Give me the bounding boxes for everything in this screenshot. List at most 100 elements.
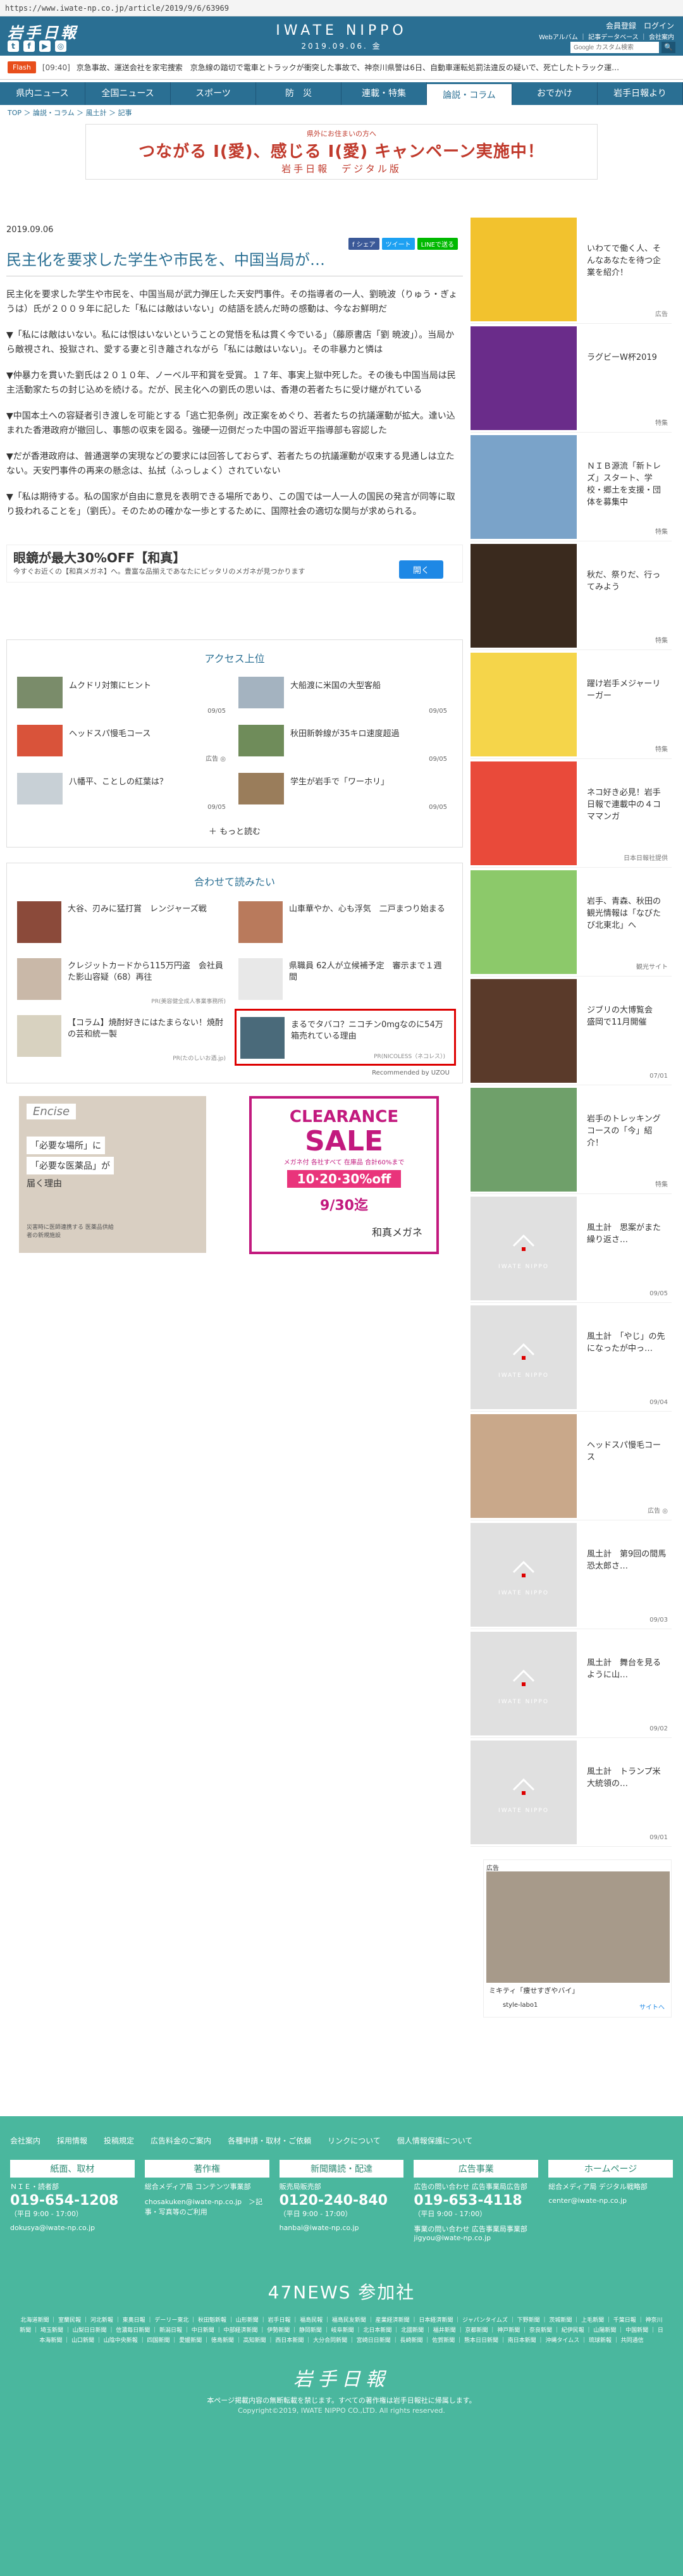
url-bar[interactable]: https://www.iwate-np.co.jp/article/2019/… [0, 0, 683, 16]
related-item[interactable]: 大谷、刃みに猛打賞 レンジャーズ戦 [13, 895, 235, 952]
encise-ad[interactable]: Encise 「必要な場所」に 「必要な医薬品」が 届く理由 災害時に医師連携す… [19, 1096, 206, 1253]
ad-logo: Encise [27, 1104, 77, 1119]
contact-mail[interactable]: dokusya@iwate-np.co.jp [10, 2224, 135, 2232]
facebook-share-button[interactable]: f シェア [348, 238, 379, 250]
login-links[interactable]: 会員登録 ログイン [606, 20, 674, 31]
contact-mail[interactable]: 事業の問い合わせ 広告事業局事業部 jigyou@iwate-np.co.jp [414, 2224, 538, 2242]
ranking-title: 八幡平、ことしの紅葉は？ [69, 777, 168, 787]
footer-link[interactable]: 会社案内 [10, 2135, 40, 2146]
site-footer: 会社案内 採用情報 投稿規定 広告料金のご案内 各種申請・取材・ご依頼 リンクに… [0, 2116, 683, 2576]
nav-item[interactable]: 岩手日報より [598, 82, 683, 105]
thumbnail [238, 677, 284, 708]
related-item[interactable]: 山車華やか、心も浮気 二戸まつり始まる [235, 895, 456, 952]
sidebar-item[interactable]: 秋だ、祭りだ、行ってみよう 特集 [471, 541, 672, 650]
search-input[interactable] [570, 42, 659, 53]
sidebar-item[interactable]: IWATE NIPPO 風土計 思案がまた繰り返さ… 09/05 [471, 1194, 672, 1303]
tweet-button[interactable]: ツイート [381, 238, 415, 250]
banner-foot: 岩手日報 デジタル版 [281, 163, 402, 175]
sidebar-item[interactable]: いわてで働く人、そんなあなたを待つ企業を紹介！ 広告 [471, 215, 672, 324]
header-links[interactable]: Webアルバム ｜ 記事データベース ｜ 会社案内 [539, 32, 674, 41]
footer-links: 会社案内 採用情報 投稿規定 広告料金のご案内 各種申請・取材・ご依頼 リンクに… [0, 2116, 683, 2146]
contact-mail[interactable]: center@iwate-np.co.jp [548, 2197, 673, 2205]
sidebar-ad[interactable]: 広告 ミキティ「痩せすぎやバイ」 style-labo1 サイトへ [483, 1859, 672, 2018]
contact-mail[interactable]: chosakuken@iwate-np.co.jp ＞記事・写真等のご利用 [145, 2197, 269, 2217]
contact-phone[interactable]: 019-654-1208 [10, 2193, 135, 2209]
thumbnail [471, 326, 577, 430]
thumbnail [17, 958, 61, 1000]
sidebar-meta: 広告 ◎ [648, 1508, 668, 1515]
sidebar-item[interactable]: ラグビーW杯2019 特集 [471, 324, 672, 433]
sidebar-item[interactable]: ＮＩＢ源流「新トレズ」スタート、学校・郷土を支援・団体を募集中 特集 [471, 433, 672, 541]
sidebar-item[interactable]: 岩手のトレッキングコースの「今」紹介！ 特集 [471, 1085, 672, 1194]
member-papers[interactable]: 北海道新聞 ｜ 室蘭民報 ｜ 河北新報 ｜ 東奥日報 ｜ デーリー東北 ｜ 秋田… [0, 2304, 683, 2346]
contact-mail[interactable]: hanbai@iwate-np.co.jp [280, 2224, 404, 2232]
related-item[interactable]: クレジットカードから115万円盗 会社員た影山容疑（68）再往 PR(美容健全成人… [13, 952, 235, 1009]
line-share-button[interactable]: LINEで送る [417, 238, 458, 250]
sidebar-item[interactable]: 岩手、青森、秋田の観光情報は「なびたび北東北」へ 観光サイト [471, 868, 672, 977]
sidebar-meta: 09/04 [649, 1399, 668, 1406]
ranking-item[interactable]: ムクドリ対策にヒント 09/05 [13, 672, 235, 720]
ad-link[interactable]: サイトへ [639, 2002, 665, 2011]
clearance-sale-ad[interactable]: CLEARANCE SALE メガネ付 各社すべて 在庫品 合計60%まで 10… [249, 1096, 439, 1254]
glasses-ad[interactable]: 眼鏡が最大30%OFF【和真】 今すぐお近くの【和真メガネ】へ。豊富な品揃えであ… [6, 545, 463, 582]
ranking-title: 秋田新幹線が35キロ速度超過 [290, 729, 400, 739]
sidebar-item[interactable]: ヘッドスパ慢毛コース 広告 ◎ [471, 1412, 672, 1520]
ranking-item[interactable]: ヘッドスパ慢毛コース 広告 ◎ [13, 720, 235, 768]
contact-heading: ホームページ [548, 2160, 673, 2178]
ad-label: 広告 [486, 1865, 499, 1872]
sidebar-item[interactable]: IWATE NIPPO 風土計 トランプ米大統領の… 09/01 [471, 1738, 672, 1847]
sidebar-meta: 観光サイト [636, 964, 668, 971]
thumbnail [471, 1088, 577, 1192]
contact-phone[interactable]: 0120-240-840 [280, 2193, 404, 2209]
footer-link[interactable]: 投稿規定 [104, 2135, 134, 2146]
footer-link[interactable]: 広告料金のご案内 [151, 2135, 211, 2146]
contact-phone[interactable]: 019-653-4118 [414, 2193, 538, 2209]
sidebar-item[interactable]: 躍け岩手メジャーリーガー 特集 [471, 650, 672, 759]
nav-item[interactable]: スポーツ [171, 82, 256, 105]
campaign-banner[interactable]: 県外にお住まいの方へ つながる I(愛)、感じる I(愛) キャンペーン実施中！… [85, 124, 598, 180]
ranking-item[interactable]: 八幡平、ことしの紅葉は？ 09/05 [13, 768, 235, 816]
sidebar-item[interactable]: IWATE NIPPO 風土計 第9回の間馬恐太郎さ… 09/03 [471, 1520, 672, 1629]
ranking-item[interactable]: 大船渡に米国の大型客船 09/05 [235, 672, 456, 720]
nav-item[interactable]: 防 災 [256, 82, 342, 105]
uzou-credit[interactable]: Recommended by UZOU [13, 1066, 456, 1083]
contact-column: 新聞購読・配達 販売局販売部 0120-240-840 （平日 9:00 - 17:0… [279, 2160, 404, 2242]
search-button[interactable]: 🔍 [661, 42, 675, 53]
sidebar-meta: 09/01 [649, 1834, 668, 1841]
ad-open-button[interactable]: 開く [398, 560, 443, 579]
nav-item[interactable]: 県内ニュース [0, 82, 85, 105]
sidebar-item[interactable]: IWATE NIPPO 風土計 「やじ」の先になったが中っ… 09/04 [471, 1303, 672, 1412]
share-buttons: f シェア ツイート LINEで送る [348, 238, 458, 250]
related-title: 県職員 62人が立候補予定 審示まで１週間 [289, 961, 442, 982]
related-item[interactable]: 県職員 62人が立候補予定 審示まで１週間 [235, 952, 456, 1009]
related-item-highlighted[interactable]: まるでタバコ？ニコチン0mgなのに54万箱売れている理由 PR(NICOLESS（… [235, 1009, 456, 1066]
related-item[interactable]: 【コラム】焼酎好きにはたまらない！焼酎の芸和統一製 PR(たのしいお酒.jp) [13, 1009, 235, 1066]
footer-link[interactable]: 個人情報保護について [397, 2135, 473, 2146]
nav-item[interactable]: おでかけ [512, 82, 598, 105]
footer-logo[interactable]: 岩手日報 [0, 2363, 683, 2391]
contact-dept: 総合メディア局 コンテンツ事業部 [144, 2183, 251, 2191]
banner-main: つながる I(愛)、感じる I(愛) キャンペーン実施中！ [138, 142, 545, 161]
ranking-item[interactable]: 秋田新幹線が35キロ速度超過 09/05 [235, 720, 456, 768]
copyright: Copyright©2019, IWATE NIPPO CO.,LTD. All… [238, 2407, 445, 2415]
footer-link[interactable]: 各種申請・取材・ご依頼 [228, 2135, 311, 2146]
sidebar-title: 風土計 舞台を見るように山… [587, 1658, 661, 1680]
article-paragraph: ▼仲暴力を貫いた劉氏は２０１０年、ノーベル平和賞を受賞。１７年、事実上獄中死した… [6, 371, 456, 395]
nav-item-active[interactable]: 論説・コラム [427, 82, 512, 105]
sidebar-item[interactable]: IWATE NIPPO 風土計 舞台を見るように山… 09/02 [471, 1629, 672, 1738]
more-button[interactable]: ＋ もっと読む [13, 816, 456, 847]
nav-item[interactable]: 連載・特集 [342, 82, 427, 105]
display-ads: Encise 「必要な場所」に 「必要な医薬品」が 届く理由 災害時に医師連携す… [6, 1096, 463, 1260]
sidebar-item[interactable]: ジブリの大博覧会 盛岡で11月開催 07/01 [471, 977, 672, 1085]
contact-heading: 紙面、取材 [10, 2160, 135, 2178]
access-ranking: アクセス上位 ムクドリ対策にヒント 09/05 大船渡に米国の大型客船 09/05 … [6, 639, 463, 847]
ranking-item[interactable]: 学生が岩手で「ワーホリ」 09/05 [235, 768, 456, 816]
footer-link[interactable]: リンクについて [328, 2135, 381, 2146]
breadcrumb[interactable]: TOP ＞ 論説・コラム ＞ 風土計 ＞ 記事 [0, 105, 683, 121]
flash-text[interactable]: 京急事故、運送会社を家宅捜索 京急線の踏切で電車とトラックが衝突した事故で、神奈… [77, 62, 675, 73]
footer-link[interactable]: 採用情報 [57, 2135, 87, 2146]
ranking-date: 09/05 [207, 804, 226, 811]
sidebar-item[interactable]: ネコ好き必見！岩手日報で連載中の４コママンガ 日本日報社提供 [471, 759, 672, 868]
sidebar-meta: 07/01 [649, 1073, 668, 1080]
nav-item[interactable]: 全国ニュース [85, 82, 171, 105]
